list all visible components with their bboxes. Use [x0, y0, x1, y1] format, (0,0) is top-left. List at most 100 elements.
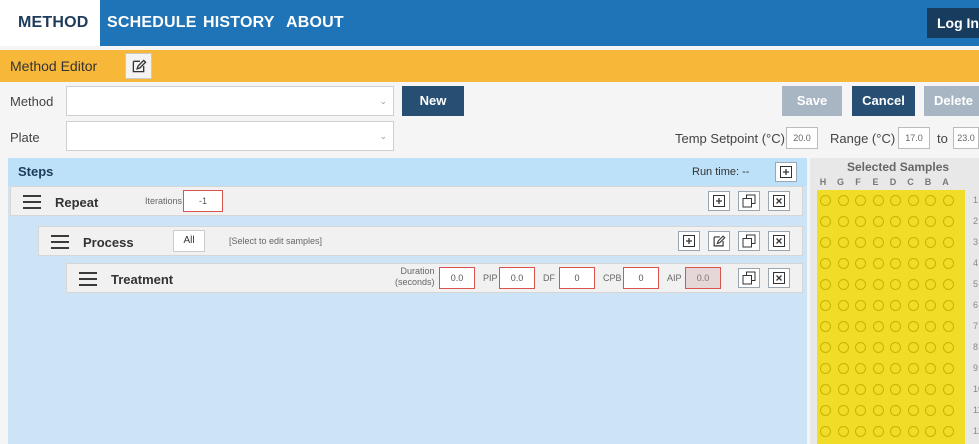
sample-well[interactable]: [942, 405, 954, 416]
temp-setpoint-input[interactable]: 20.0: [786, 127, 818, 149]
copy-step-button[interactable]: [738, 268, 760, 288]
sample-well[interactable]: [820, 405, 831, 416]
sample-well[interactable]: [890, 405, 901, 416]
sample-well[interactable]: [942, 363, 954, 374]
sample-well[interactable]: [890, 279, 901, 290]
sample-well[interactable]: [872, 342, 884, 353]
sample-well[interactable]: [872, 363, 884, 374]
sample-well[interactable]: [890, 426, 901, 437]
sample-well[interactable]: [820, 237, 831, 248]
sample-well[interactable]: [907, 426, 919, 437]
sample-well[interactable]: [872, 300, 884, 311]
cpb-input[interactable]: 0: [623, 267, 659, 289]
duration-input[interactable]: 0.0: [439, 267, 475, 289]
sample-well[interactable]: [890, 363, 901, 374]
sample-well[interactable]: [837, 426, 849, 437]
delete-step-button[interactable]: [768, 231, 790, 251]
sample-well[interactable]: [925, 279, 936, 290]
sample-well[interactable]: [872, 258, 884, 269]
sample-well[interactable]: [925, 321, 936, 332]
sample-well[interactable]: [942, 342, 954, 353]
range-to-input[interactable]: 23.0: [953, 127, 979, 149]
sample-well[interactable]: [925, 237, 936, 248]
sample-well[interactable]: [820, 216, 831, 227]
sample-well[interactable]: [855, 216, 866, 227]
sample-well[interactable]: [907, 300, 919, 311]
sample-well[interactable]: [942, 258, 954, 269]
tab-about[interactable]: ABOUT: [286, 0, 344, 46]
sample-well[interactable]: [820, 363, 831, 374]
sample-well[interactable]: [925, 405, 936, 416]
menu-icon[interactable]: [23, 195, 41, 209]
sample-well[interactable]: [872, 321, 884, 332]
edit-method-button[interactable]: [125, 53, 152, 79]
new-button[interactable]: New: [402, 86, 464, 116]
sample-well[interactable]: [890, 384, 901, 395]
sample-well[interactable]: [855, 258, 866, 269]
sample-well[interactable]: [855, 342, 866, 353]
sample-well[interactable]: [942, 237, 954, 248]
copy-step-button[interactable]: [738, 191, 760, 211]
sample-well[interactable]: [942, 279, 954, 290]
delete-step-button[interactable]: [768, 268, 790, 288]
sample-well[interactable]: [925, 216, 936, 227]
sample-well[interactable]: [872, 279, 884, 290]
sample-well[interactable]: [907, 195, 919, 206]
sample-well[interactable]: [942, 426, 954, 437]
menu-icon[interactable]: [79, 272, 97, 286]
sample-well[interactable]: [820, 195, 831, 206]
sample-well[interactable]: [872, 405, 884, 416]
sample-well[interactable]: [907, 216, 919, 227]
sample-well[interactable]: [925, 426, 936, 437]
sample-well[interactable]: [820, 342, 831, 353]
sample-well[interactable]: [837, 321, 849, 332]
sample-well[interactable]: [820, 258, 831, 269]
sample-well[interactable]: [855, 426, 866, 437]
sample-well[interactable]: [855, 279, 866, 290]
sample-well[interactable]: [942, 216, 954, 227]
pip-input[interactable]: 0.0: [499, 267, 535, 289]
sample-well[interactable]: [855, 237, 866, 248]
repeat-step-row[interactable]: Repeat Iterations -1: [10, 186, 803, 216]
tab-method[interactable]: METHOD: [0, 0, 100, 46]
sample-well[interactable]: [837, 342, 849, 353]
sample-well[interactable]: [855, 405, 866, 416]
sample-well[interactable]: [925, 342, 936, 353]
sample-well[interactable]: [890, 237, 901, 248]
sample-well[interactable]: [872, 216, 884, 227]
login-button[interactable]: Log In: [927, 8, 979, 38]
process-step-row[interactable]: Process All [Select to edit samples]: [38, 226, 803, 256]
sample-well[interactable]: [837, 363, 849, 374]
add-substep-button[interactable]: [708, 191, 730, 211]
add-substep-button[interactable]: [678, 231, 700, 251]
df-input[interactable]: 0: [559, 267, 595, 289]
sample-well[interactable]: [837, 216, 849, 227]
sample-well[interactable]: [837, 279, 849, 290]
sample-well[interactable]: [942, 384, 954, 395]
sample-well[interactable]: [890, 258, 901, 269]
sample-well[interactable]: [872, 426, 884, 437]
sample-well[interactable]: [907, 258, 919, 269]
sample-well[interactable]: [820, 384, 831, 395]
sample-well[interactable]: [820, 279, 831, 290]
sample-well[interactable]: [890, 300, 901, 311]
sample-well[interactable]: [925, 300, 936, 311]
sample-well[interactable]: [837, 195, 849, 206]
sample-well[interactable]: [907, 279, 919, 290]
sample-well[interactable]: [907, 342, 919, 353]
sample-well[interactable]: [820, 300, 831, 311]
sample-well[interactable]: [925, 363, 936, 374]
sample-well[interactable]: [942, 300, 954, 311]
range-from-input[interactable]: 17.0: [898, 127, 930, 149]
sample-well[interactable]: [907, 321, 919, 332]
sample-well[interactable]: [907, 237, 919, 248]
delete-step-button[interactable]: [768, 191, 790, 211]
plate-select[interactable]: ⌄: [66, 121, 394, 151]
sample-well[interactable]: [890, 321, 901, 332]
menu-icon[interactable]: [51, 235, 69, 249]
sample-well[interactable]: [855, 384, 866, 395]
tab-history[interactable]: HISTORY: [203, 0, 275, 46]
sample-well[interactable]: [925, 258, 936, 269]
sample-well[interactable]: [820, 321, 831, 332]
sample-well[interactable]: [907, 384, 919, 395]
